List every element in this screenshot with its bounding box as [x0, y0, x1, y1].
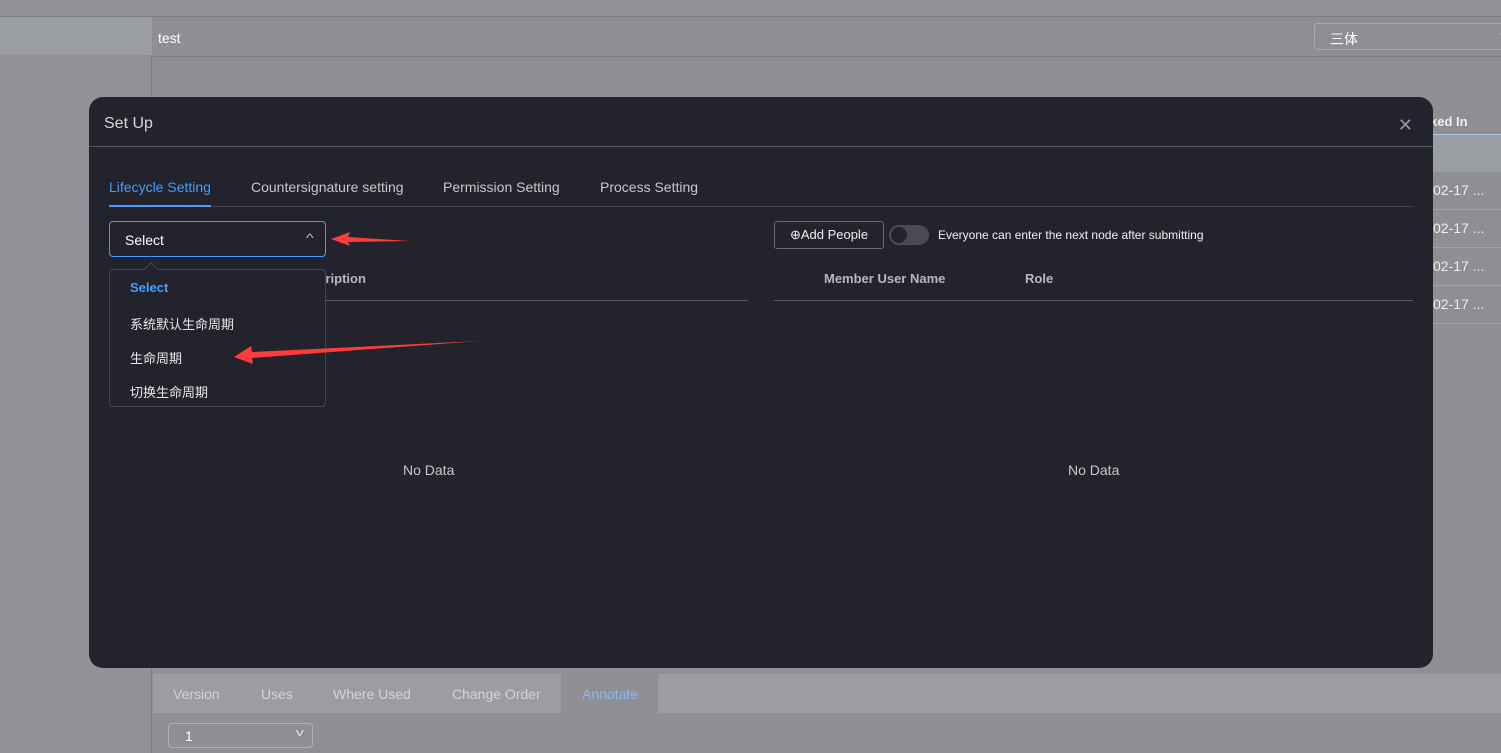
annotation-arrows	[234, 232, 480, 364]
annotation-arrow	[331, 232, 410, 246]
annotation-arrow	[234, 341, 480, 364]
